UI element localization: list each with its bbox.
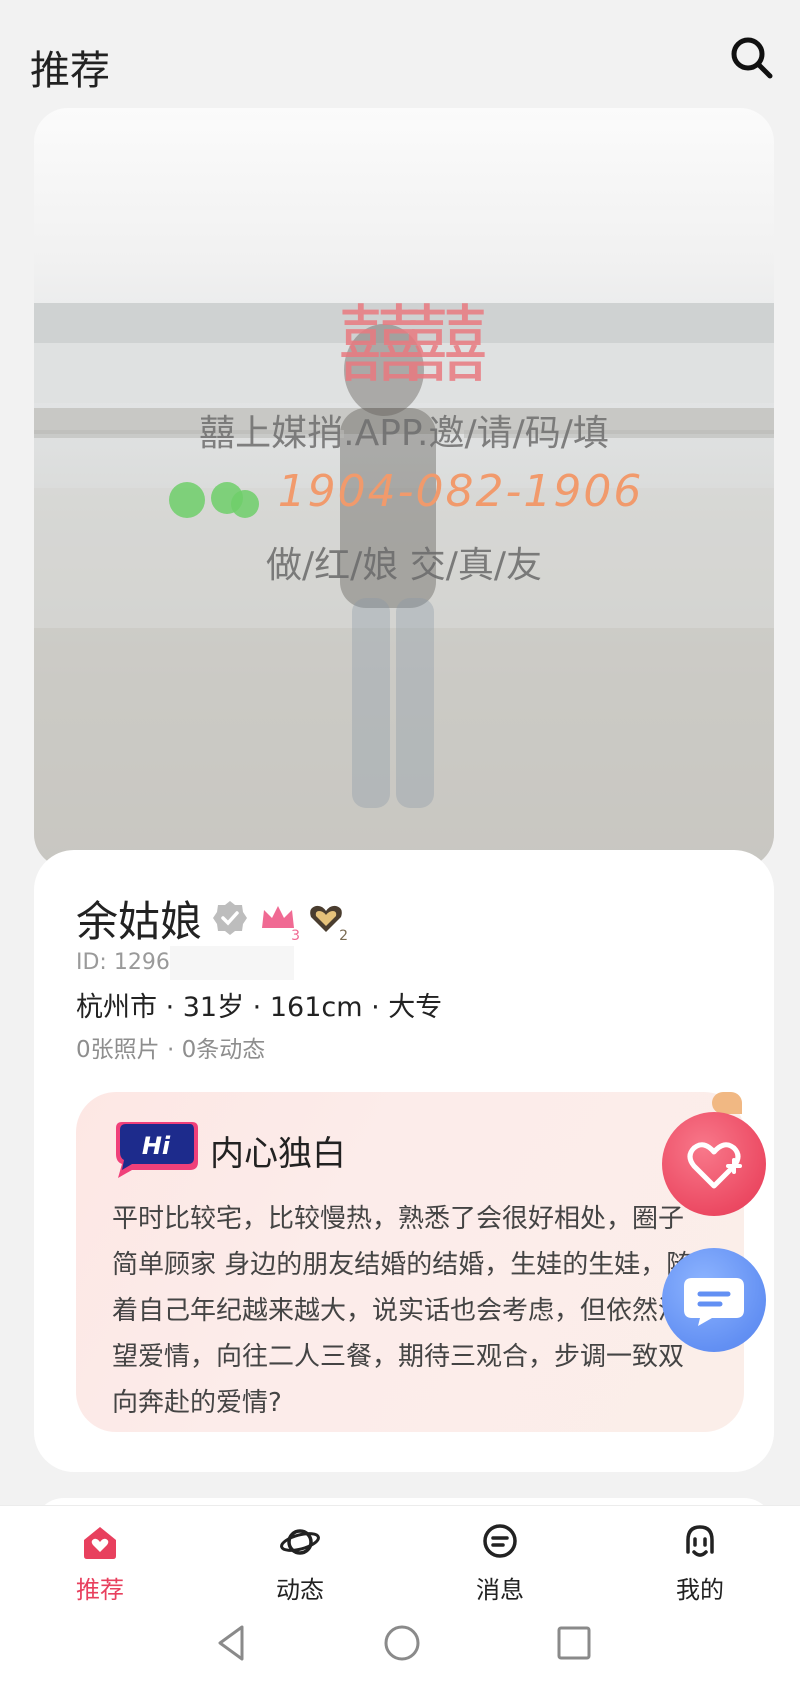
profile-name: 余姑娘	[76, 896, 203, 946]
bottom-nav: 推荐 动态 消息 我的	[0, 1505, 800, 1605]
watermark-phone: 1904-082-1906	[277, 466, 644, 517]
home-heart-icon	[84, 1527, 116, 1559]
heart-level: 2	[339, 928, 349, 944]
watermark-contact: 1904-082-1906	[34, 466, 774, 526]
recents-icon[interactable]	[554, 1623, 594, 1663]
home-icon[interactable]	[382, 1623, 422, 1663]
nav-label-moments: 动态	[276, 1576, 324, 1604]
crown-badge-icon: 3	[258, 898, 300, 944]
name-row: 余姑娘 3 2	[76, 890, 348, 946]
page-title: 推荐	[30, 48, 110, 94]
profile-photo[interactable]: 囍囍 囍上媒捎.APP.邀/请/码/填 1904-082-1906 做/红/娘 …	[34, 108, 774, 868]
bio-card: Hi 内心独白 平时比较宅，比较慢热，熟悉了会很好相处，圈子简单顾家 身边的朋友…	[76, 1092, 744, 1432]
back-icon[interactable]	[212, 1623, 252, 1663]
hi-icon: Hi	[112, 1116, 200, 1180]
bio-title: 内心独白	[210, 1134, 346, 1174]
nav-label-recommend: 推荐	[76, 1576, 124, 1604]
message-icon	[483, 1524, 517, 1558]
search-icon	[731, 37, 773, 79]
system-nav-bar	[0, 1605, 800, 1681]
watermark-logo: 囍囍	[337, 296, 488, 394]
bio-text: 平时比较宅，比较慢热，熟悉了会很好相处，圈子简单顾家 身边的朋友结婚的结婚，生娃…	[112, 1204, 693, 1418]
id-redaction	[170, 946, 294, 980]
nav-tab-recommend[interactable]: 推荐	[0, 1506, 200, 1605]
heart-badge-icon: 2	[306, 898, 348, 944]
basic-info: 杭州市 · 31岁 · 161cm · 大专	[76, 992, 443, 1023]
verified-icon	[210, 898, 250, 938]
chat-bubble-icon	[684, 1278, 744, 1326]
user-id: ID: 1296	[76, 950, 170, 975]
like-button[interactable]	[662, 1112, 766, 1216]
chat-button[interactable]	[662, 1248, 766, 1352]
nav-tab-messages[interactable]: 消息	[400, 1506, 600, 1605]
watermark-slogan: 做/红/娘 交/真/友	[266, 545, 542, 586]
profile-face-icon	[686, 1525, 714, 1557]
hi-label: Hi	[142, 1132, 171, 1160]
media-counts: 0张照片 · 0条动态	[76, 1037, 266, 1063]
like-tip	[712, 1092, 742, 1114]
heart-plus-icon	[687, 1142, 742, 1189]
nav-tab-moments[interactable]: 动态	[200, 1506, 400, 1605]
crown-level: 3	[291, 928, 301, 944]
top-bar: 推荐	[0, 0, 800, 94]
watermark-text: 囍上媒捎.APP.邀/请/码/填	[199, 413, 609, 454]
search-button[interactable]	[728, 34, 776, 82]
planet-icon	[280, 1529, 320, 1555]
nav-label-messages: 消息	[476, 1576, 524, 1604]
nav-tab-mine[interactable]: 我的	[600, 1506, 800, 1605]
nav-label-mine: 我的	[676, 1576, 724, 1604]
phone-chat-icon	[165, 478, 265, 526]
